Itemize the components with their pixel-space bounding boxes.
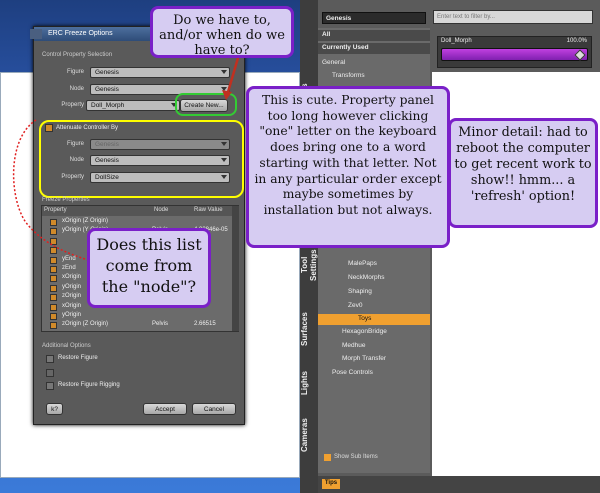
dotted-arrow-list <box>12 119 96 263</box>
callout-3: Minor detail: had to reboot the computer… <box>448 118 598 228</box>
arrow-to-create-new <box>226 57 240 93</box>
arrowhead <box>222 90 232 100</box>
callout-4: Does this list come from the "node"? <box>87 228 211 308</box>
callout-2: This is cute. Property panel too long ho… <box>246 86 450 248</box>
callout-1: Do we have to, and/or when do we have to… <box>150 6 294 58</box>
